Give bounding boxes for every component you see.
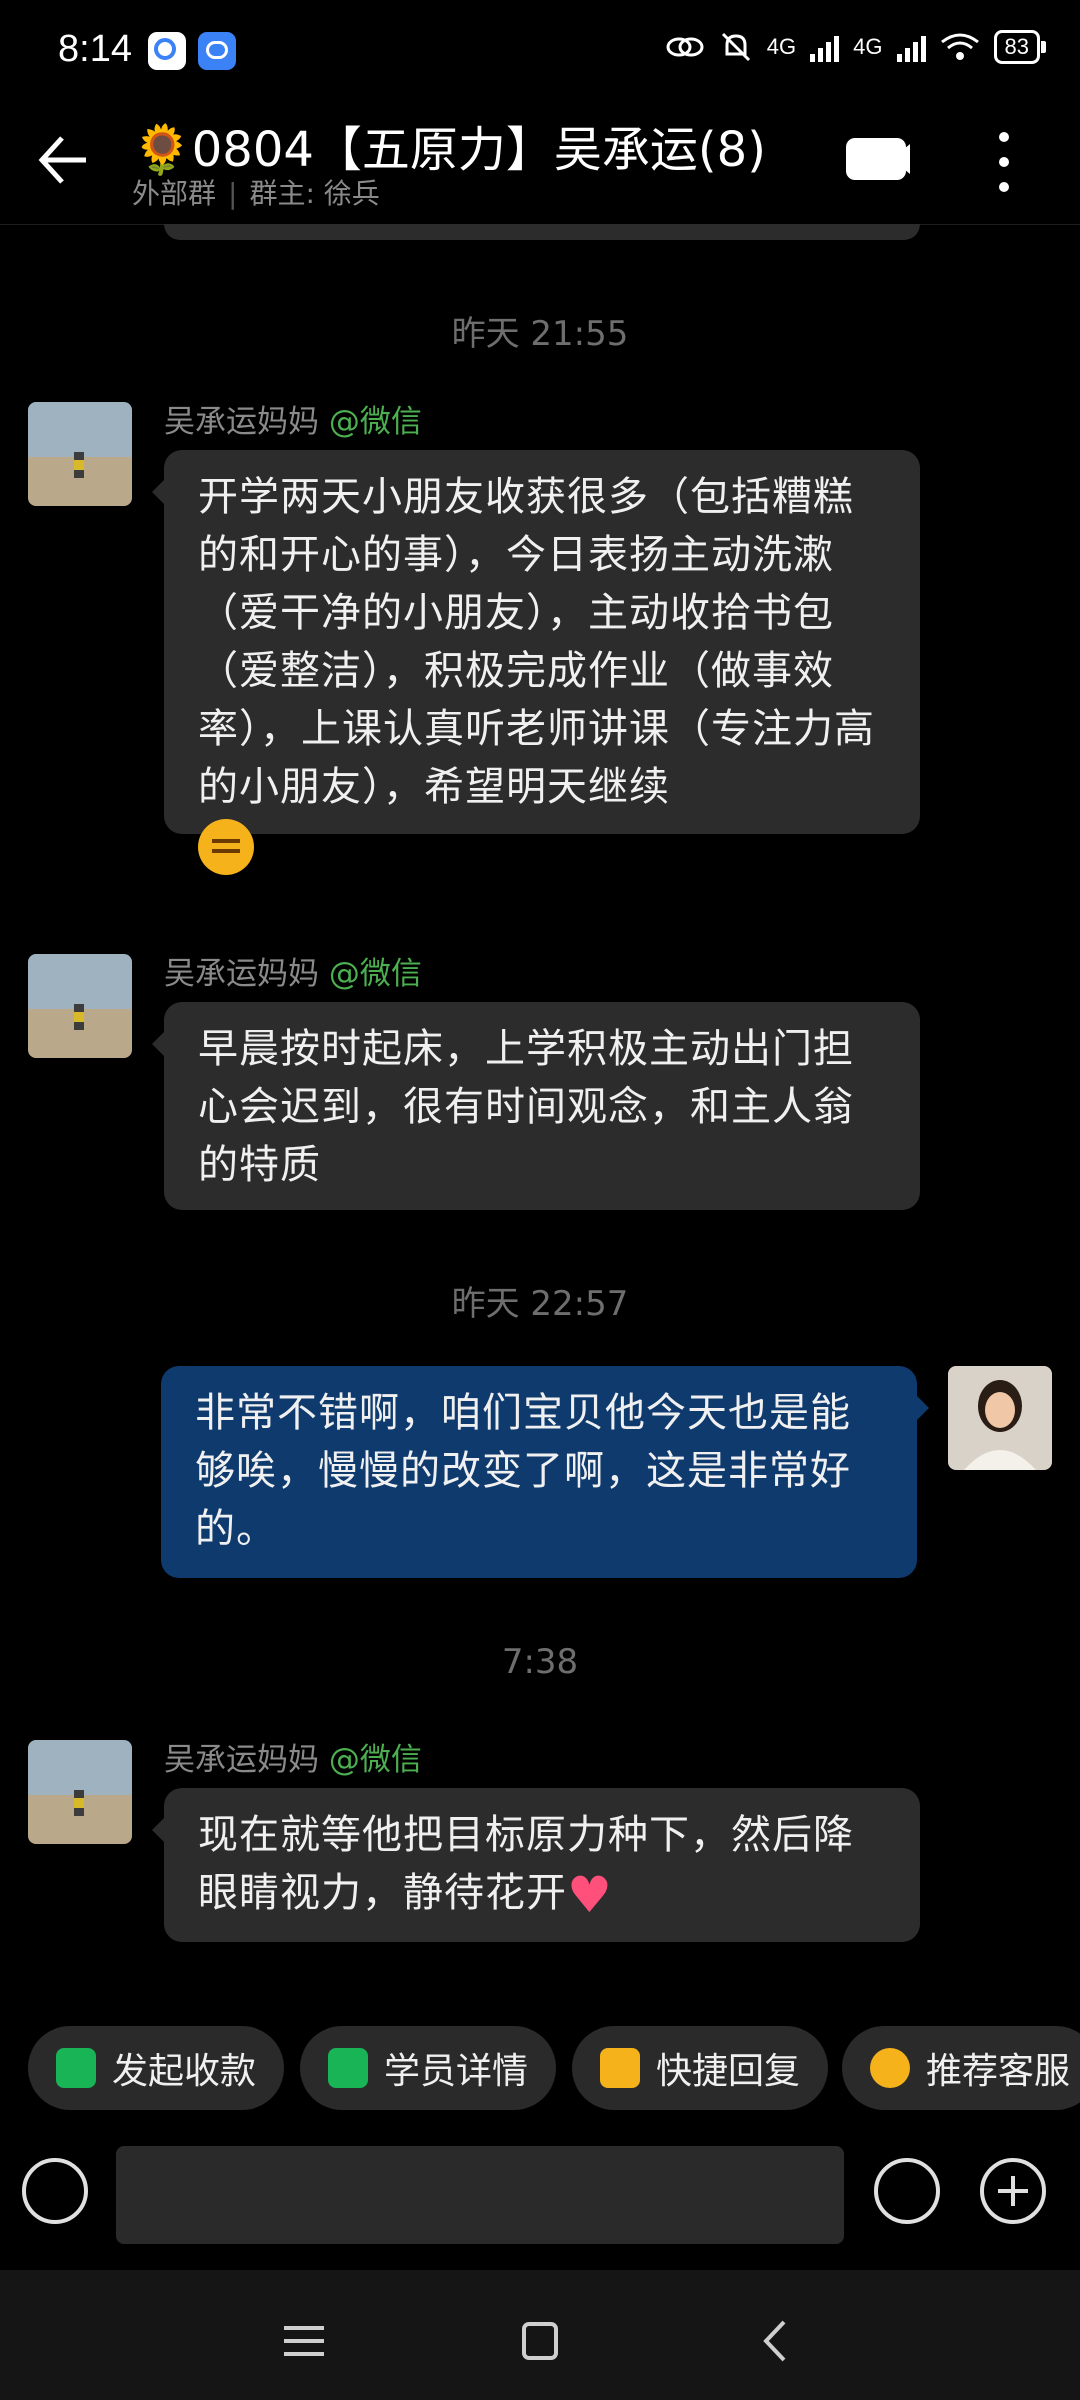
source-tag: @微信 bbox=[328, 1742, 422, 1778]
heart-icon: ♥ bbox=[567, 1866, 613, 1924]
start-payment-button[interactable]: 发起收款 bbox=[28, 2026, 285, 2110]
message-text: 非常不错啊，咱们宝贝他今天也是能够唉，慢慢的改变了啊，这是非常好的。 bbox=[195, 1390, 851, 1552]
message-bubble[interactable]: 早晨按时起床，上学积极主动出门担心会迟到，很有时间观念，和主人翁的特质 bbox=[152, 1002, 920, 1210]
message-bubble[interactable]: 现在就等他把目标原力种下，然后降眼睛视力，静待花开♥ bbox=[152, 1788, 920, 1942]
chat-subtitle: 外部群 | 群主: 徐兵 bbox=[132, 177, 380, 210]
sender-name: 吴承运妈妈 @微信 bbox=[164, 396, 422, 441]
previous-message-bubble bbox=[164, 224, 920, 240]
source-tag: @微信 bbox=[328, 956, 422, 992]
status-time: 8:14 bbox=[58, 28, 132, 70]
avatar[interactable] bbox=[28, 402, 132, 506]
battery-icon: 83 bbox=[993, 30, 1047, 64]
message-timestamp: 昨天 21:55 bbox=[451, 314, 629, 354]
notification-app-icon bbox=[148, 32, 186, 70]
notification-app-icon-2 bbox=[198, 32, 236, 70]
back-arrow-icon[interactable] bbox=[34, 130, 94, 190]
back-nav-icon[interactable] bbox=[746, 2316, 806, 2366]
student-details-button[interactable]: 学员详情 bbox=[300, 2026, 557, 2110]
chip-label: 推荐客服 bbox=[926, 2051, 1071, 2092]
signal-icon-2 bbox=[896, 32, 926, 62]
message-input[interactable] bbox=[116, 2146, 844, 2244]
network-type-2: 4G bbox=[853, 34, 883, 59]
sender-label: 吴承运妈妈 bbox=[164, 956, 319, 992]
recommend-service-button[interactable]: 推荐客服 bbox=[842, 2026, 1080, 2110]
student-card-icon bbox=[328, 2048, 368, 2088]
sender-name: 吴承运妈妈 @微信 bbox=[164, 948, 422, 993]
group-owner-label: 群主: 徐兵 bbox=[249, 177, 380, 210]
quick-actions-bar: 发起收款 学员详情 快捷回复 推荐客服 bbox=[0, 1994, 1080, 2134]
status-icons: 4G 4G 83 bbox=[665, 30, 1047, 64]
link-icon bbox=[666, 37, 704, 57]
message-timestamp: 7:38 bbox=[501, 1642, 579, 1682]
message-bubble[interactable]: 开学两天小朋友收获很多（包括糟糕的和开心的事），今日表扬主动洗漱（爱干净的小朋友… bbox=[152, 450, 920, 875]
chat-title: 🌻0804【五原力】吴承运(8) bbox=[132, 122, 766, 178]
source-tag: @微信 bbox=[328, 404, 422, 440]
message-text: 早晨按时起床，上学积极主动出门担心会迟到，很有时间观念，和主人翁的特质 bbox=[198, 1026, 854, 1188]
message-text: 现在就等他把目标原力种下，然后降眼睛视力，静待花开 bbox=[198, 1812, 854, 1916]
message-timestamp: 昨天 22:57 bbox=[451, 1284, 629, 1324]
avatar[interactable] bbox=[28, 1740, 132, 1844]
input-bar bbox=[0, 2134, 1080, 2270]
menu-icon[interactable] bbox=[274, 2316, 334, 2366]
system-navigation-bar bbox=[0, 2270, 1080, 2400]
shushing-face-icon bbox=[198, 819, 254, 875]
sender-label: 吴承运妈妈 bbox=[164, 404, 319, 440]
sender-label: 吴承运妈妈 bbox=[164, 1742, 319, 1778]
group-type-label: 外部群 bbox=[132, 177, 217, 210]
payment-shield-icon bbox=[56, 2048, 96, 2088]
mute-bell-icon bbox=[721, 32, 750, 62]
customer-service-icon bbox=[870, 2048, 910, 2088]
network-type-1: 4G bbox=[766, 34, 797, 59]
quick-reply-button[interactable]: 快捷回复 bbox=[572, 2026, 829, 2110]
chip-label: 发起收款 bbox=[112, 2051, 257, 2092]
voice-input-icon[interactable] bbox=[22, 2158, 88, 2224]
home-icon[interactable] bbox=[510, 2316, 570, 2366]
status-bar: 8:14 4G 4G 83 bbox=[0, 0, 1080, 100]
video-call-icon[interactable] bbox=[846, 138, 910, 180]
my-avatar[interactable] bbox=[948, 1366, 1052, 1470]
wifi-icon bbox=[940, 33, 979, 60]
signal-icon bbox=[810, 32, 840, 62]
emoji-icon[interactable] bbox=[874, 2158, 940, 2224]
sender-name: 吴承运妈妈 @微信 bbox=[164, 1734, 422, 1779]
chat-messages[interactable]: 昨天 21:55 吴承运妈妈 @微信 开学两天小朋友收获很多（包括糟糕的和开心的… bbox=[0, 224, 1080, 1994]
quick-reply-icon bbox=[600, 2048, 640, 2088]
chip-label: 学员详情 bbox=[384, 2051, 529, 2092]
more-options-icon[interactable] bbox=[998, 132, 1010, 192]
plus-icon[interactable] bbox=[980, 2158, 1046, 2224]
chip-label: 快捷回复 bbox=[656, 2051, 801, 2092]
avatar[interactable] bbox=[28, 954, 132, 1058]
outgoing-message-bubble[interactable]: 非常不错啊，咱们宝贝他今天也是能够唉，慢慢的改变了啊，这是非常好的。 bbox=[161, 1366, 929, 1578]
message-text: 开学两天小朋友收获很多（包括糟糕的和开心的事），今日表扬主动洗漱（爱干净的小朋友… bbox=[198, 474, 875, 810]
chat-header: 🌻0804【五原力】吴承运(8) 外部群 | 群主: 徐兵 bbox=[0, 100, 1080, 225]
